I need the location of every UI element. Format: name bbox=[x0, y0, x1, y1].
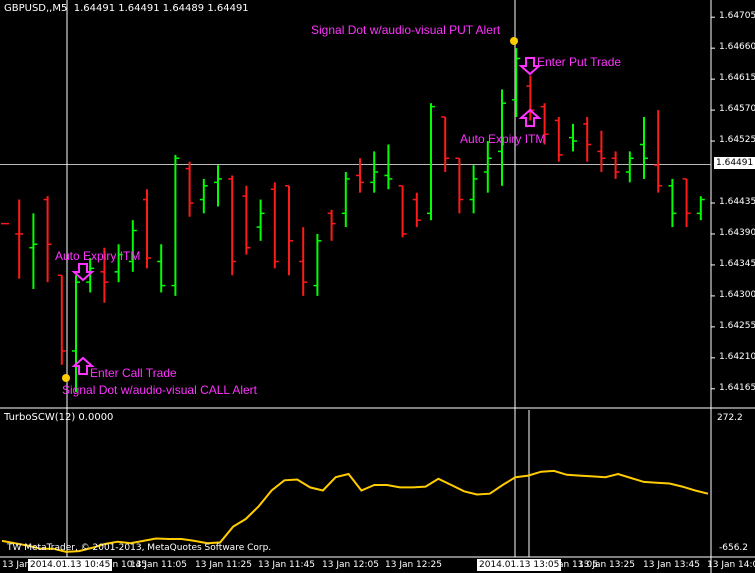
price-tick-label: 1.64615 bbox=[719, 73, 755, 84]
ohlc-bar bbox=[469, 165, 478, 214]
price-tick-label: 1.64300 bbox=[719, 289, 755, 300]
ohlc-bar bbox=[455, 157, 464, 214]
ohlc-bar bbox=[583, 116, 592, 162]
indicator-line bbox=[1, 469, 709, 553]
ohlc-bar bbox=[242, 185, 251, 255]
price-tick-label: 1.64255 bbox=[719, 320, 755, 331]
time-tick-label: 13 Jan 14:05 bbox=[707, 560, 755, 570]
ohlc-bar bbox=[384, 144, 393, 190]
chart-ohlc: 1.64491 1.64491 1.64489 1.64491 bbox=[73, 3, 249, 14]
ohlc-bar bbox=[256, 199, 265, 241]
ohlc-bar bbox=[285, 185, 293, 276]
price-tick-label: 1.64210 bbox=[719, 351, 755, 362]
ohlc-bar bbox=[412, 192, 421, 228]
time-tick-label: 13 Jan 11:45 bbox=[258, 560, 315, 570]
time-tick-label: 13 Jan 11:25 bbox=[195, 560, 252, 570]
auto-expiry-call-label: Auto Expiry ITM bbox=[55, 249, 141, 263]
ohlc-bar bbox=[341, 172, 350, 228]
price-tick-label: 1.64525 bbox=[719, 135, 755, 146]
price-tick-label: 1.64390 bbox=[719, 227, 755, 238]
crosshair-time-left: 2014.01.13 10:45 bbox=[28, 559, 113, 571]
ohlc-bar bbox=[654, 110, 663, 193]
ohlc-bar bbox=[313, 233, 322, 296]
chart-symbol: GBPUSD,,M5 bbox=[4, 3, 68, 14]
ohlc-bar bbox=[327, 209, 336, 241]
enter-call-label: Enter Call Trade bbox=[90, 366, 177, 380]
enter-put-label: Enter Put Trade bbox=[537, 55, 622, 69]
ohlc-bar bbox=[57, 274, 66, 365]
ohlc-bar bbox=[696, 196, 705, 221]
chart-canvas[interactable] bbox=[0, 0, 755, 573]
call-signal-label: Signal Dot w/audio-visual CALL Alert bbox=[62, 383, 257, 397]
auto-expiry-put-label: Auto Expiry ITM bbox=[460, 132, 546, 146]
current-price-badge: 1.64491 bbox=[714, 157, 755, 169]
price-tick-label: 1.64345 bbox=[719, 258, 755, 269]
call-signal-dot bbox=[62, 374, 70, 382]
ohlc-bar bbox=[441, 116, 450, 173]
ohlc-bar bbox=[625, 151, 634, 183]
ohlc-bar bbox=[199, 178, 208, 214]
ohlc-bar bbox=[128, 220, 137, 272]
put-signal-dot bbox=[510, 37, 518, 45]
ohlc-bar bbox=[398, 185, 407, 238]
ohlc-bar bbox=[483, 141, 492, 193]
indicator-scale-min: -656.2 bbox=[719, 543, 749, 553]
ohlc-bar bbox=[512, 48, 521, 117]
time-tick-label: 13 Jan 12:25 bbox=[385, 560, 442, 570]
indicator-pane bbox=[1, 469, 709, 553]
ohlc-bar bbox=[668, 178, 677, 228]
copyright-text: TW MetaTrader, © 2001-2013, MetaQuotes S… bbox=[7, 543, 272, 553]
ohlc-bar bbox=[682, 178, 691, 228]
ohlc-bar bbox=[15, 199, 24, 279]
ohlc-bar bbox=[157, 244, 166, 293]
ohlc-bar bbox=[214, 165, 222, 207]
price-bars bbox=[1, 48, 705, 393]
ohlc-bar bbox=[569, 123, 577, 152]
ohlc-bar bbox=[554, 116, 563, 162]
ohlc-bar bbox=[640, 116, 648, 179]
indicator-scale-max: 272.2 bbox=[717, 413, 743, 423]
crosshair-time-right: 2014.01.13 13:05 bbox=[477, 559, 562, 571]
price-tick-label: 1.64570 bbox=[719, 104, 755, 115]
price-tick-label: 1.64660 bbox=[719, 42, 755, 53]
put-signal-label: Signal Dot w/audio-visual PUT Alert bbox=[311, 23, 501, 37]
ohlc-bar bbox=[143, 189, 151, 269]
price-tick-label: 1.64435 bbox=[719, 197, 755, 207]
chart-header: GBPUSD,,M5 1.64491 1.64491 1.64489 1.644… bbox=[4, 3, 249, 14]
ohlc-bar bbox=[29, 213, 38, 290]
ohlc-bar bbox=[299, 227, 308, 296]
ohlc-bar bbox=[427, 103, 435, 221]
ohlc-bar bbox=[185, 161, 194, 217]
ohlc-bar bbox=[270, 182, 279, 269]
time-tick-label: 13 Jan 13:45 bbox=[643, 560, 700, 570]
ohlc-bar bbox=[228, 175, 237, 276]
time-tick-label: 13 Jan 11:05 bbox=[130, 560, 187, 570]
ohlc-bar bbox=[356, 158, 364, 193]
ohlc-bar bbox=[611, 151, 620, 179]
price-tick-label: 1.64705 bbox=[719, 11, 755, 22]
ohlc-bar bbox=[43, 196, 52, 283]
indicator-label: TurboSCW(12) 0.0000 bbox=[4, 412, 114, 423]
price-tick-label: 1.64165 bbox=[719, 382, 755, 393]
ohlc-bar bbox=[171, 154, 180, 296]
time-tick-label: 13 Jan bbox=[2, 560, 31, 570]
ohlc-bar bbox=[597, 130, 606, 173]
ohlc-bar bbox=[370, 151, 379, 193]
time-tick-label: 13 Jan 12:05 bbox=[322, 560, 379, 570]
time-tick-label: 13 Jan 13:25 bbox=[578, 560, 635, 570]
